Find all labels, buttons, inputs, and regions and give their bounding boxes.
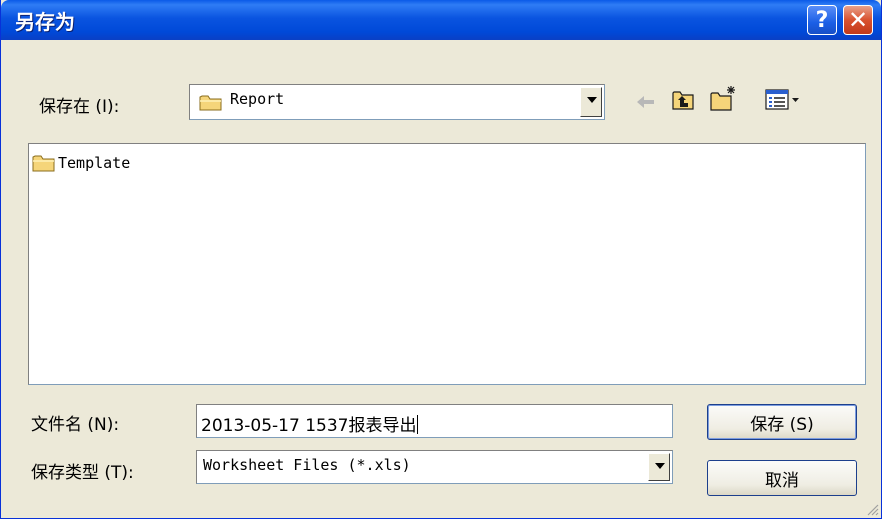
save-as-dialog: 另存为 ? ✕ 保存在 (I): Report Template 文件名 (N)…	[0, 0, 882, 519]
file-type-label: 保存类型 (T):	[31, 463, 134, 483]
help-icon: ?	[815, 7, 829, 33]
dialog-title: 另存为	[15, 10, 75, 34]
folder-icon	[199, 95, 222, 111]
file-name-value: 2013-05-17 1537报表导出	[201, 416, 417, 436]
close-icon: ✕	[847, 6, 869, 34]
save-in-dropdown[interactable]: Report	[189, 84, 605, 120]
view-menu-icon[interactable]	[765, 89, 801, 111]
file-type-dropdown-button[interactable]	[648, 453, 670, 481]
close-button[interactable]: ✕	[843, 5, 873, 35]
resize-grip-icon[interactable]	[865, 502, 879, 516]
list-item-label: Template	[58, 154, 131, 172]
text-caret	[417, 415, 419, 434]
file-name-input[interactable]: 2013-05-17 1537报表导出	[196, 404, 673, 438]
title-bar[interactable]: 另存为 ? ✕	[1, 0, 881, 40]
save-button[interactable]: 保存 (S)	[707, 404, 857, 440]
back-arrow-icon[interactable]	[635, 93, 657, 111]
file-type-dropdown[interactable]: Worksheet Files (*.xls)	[196, 450, 673, 484]
cancel-button[interactable]: 取消	[707, 460, 857, 496]
save-in-value: Report	[230, 90, 285, 108]
save-in-label: 保存在 (I):	[39, 97, 120, 117]
save-in-dropdown-button[interactable]	[580, 87, 602, 117]
file-list[interactable]: Template	[28, 143, 866, 385]
file-type-value: Worksheet Files (*.xls)	[203, 456, 411, 474]
up-folder-icon[interactable]	[671, 89, 695, 111]
new-folder-icon[interactable]	[709, 84, 739, 112]
help-button[interactable]: ?	[807, 5, 837, 35]
folder-icon	[32, 155, 55, 172]
file-name-label: 文件名 (N):	[31, 415, 120, 435]
